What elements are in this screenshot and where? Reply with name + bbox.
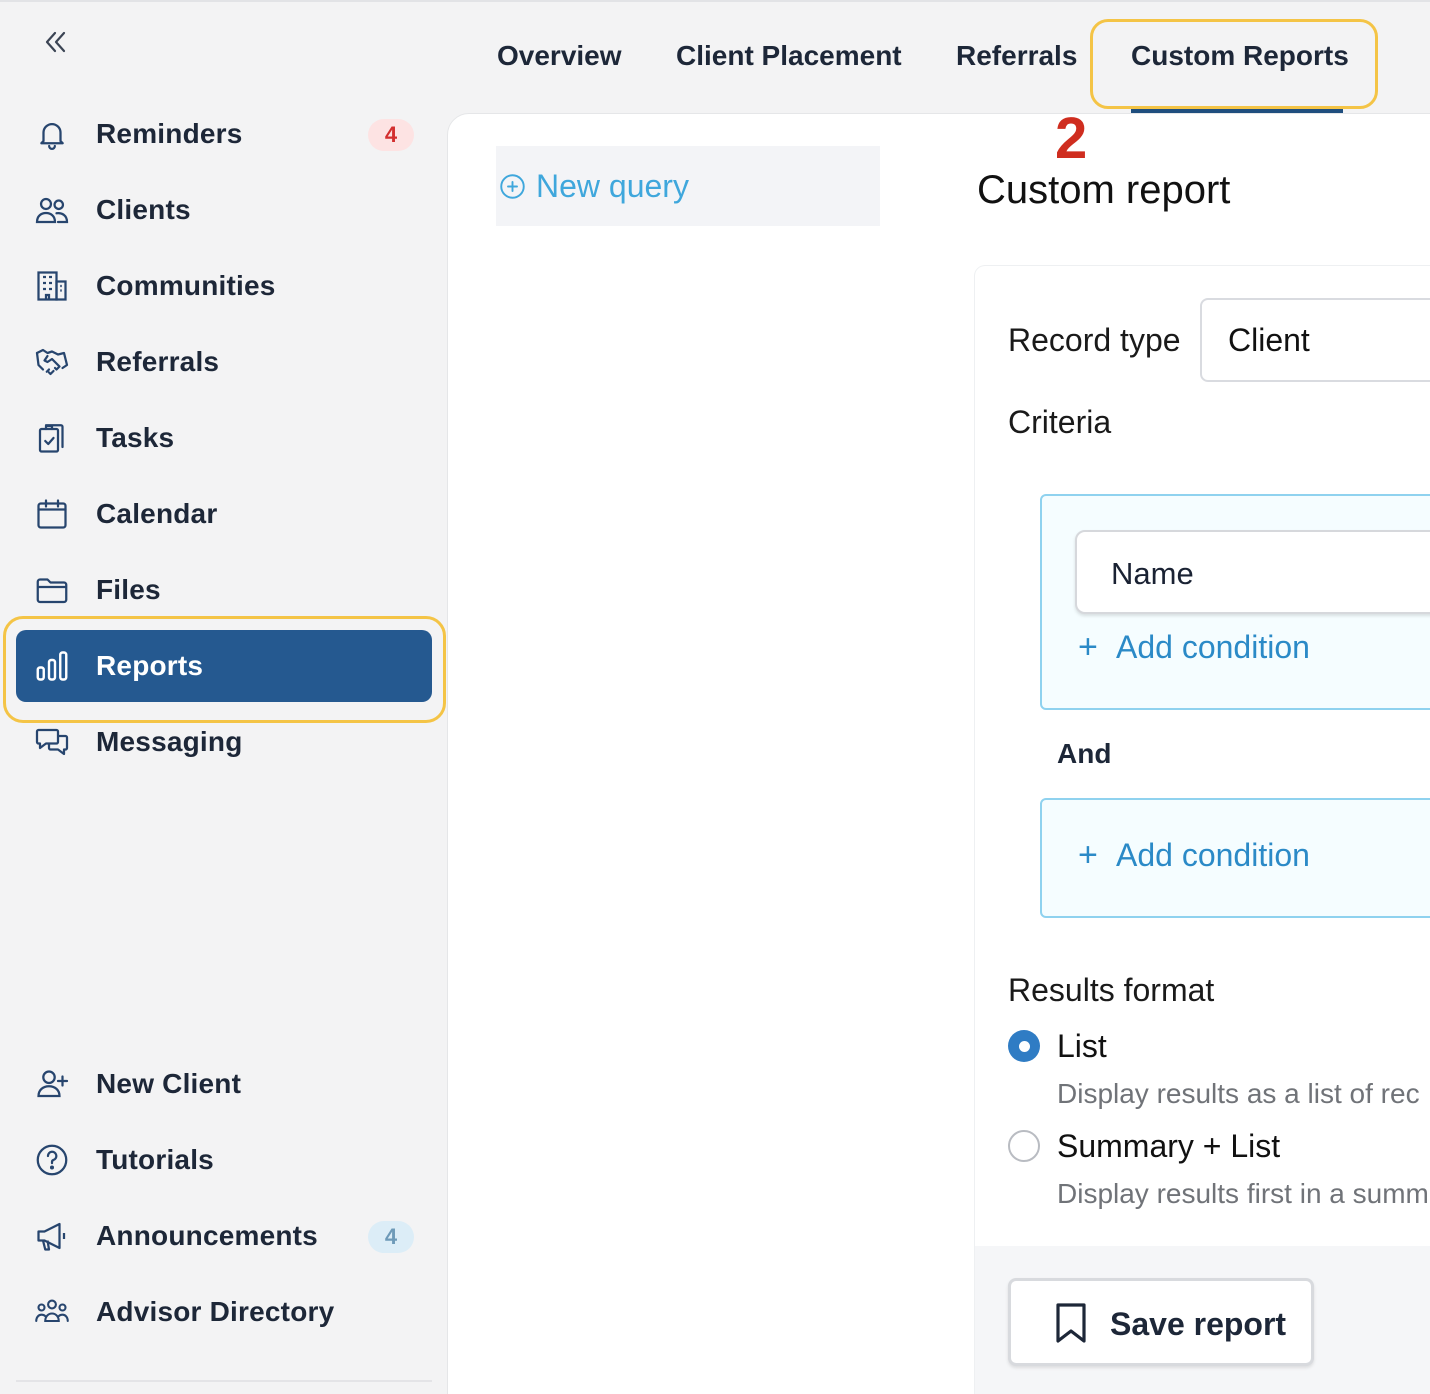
page-title: Custom report: [977, 168, 1231, 212]
new-query-label: New query: [536, 167, 689, 204]
sidebar-item-label: Communities: [96, 270, 276, 301]
bar-chart-icon: [34, 648, 70, 684]
tab-custom-reports[interactable]: Custom Reports: [1131, 40, 1349, 72]
sidebar-item-reports[interactable]: Reports: [16, 630, 432, 702]
folder-icon: [34, 572, 70, 608]
sidebar-item-announcements[interactable]: Announcements 4: [16, 1200, 432, 1272]
sidebar-item-label: Announcements: [96, 1220, 318, 1251]
bookmark-icon: [1056, 1303, 1086, 1343]
sidebar-item-label: Clients: [96, 194, 191, 225]
radio-list[interactable]: [1008, 1030, 1040, 1062]
record-type-value: Client: [1228, 322, 1310, 358]
tab-referrals[interactable]: Referrals: [956, 40, 1077, 72]
top-border: [0, 0, 1430, 2]
results-format-label: Results format: [1008, 972, 1215, 1008]
sidebar-item-advisor-directory[interactable]: Advisor Directory: [16, 1276, 432, 1348]
sidebar-item-label: Reports: [96, 650, 204, 681]
sidebar-item-messaging[interactable]: Messaging: [16, 706, 432, 778]
sidebar-item-tasks[interactable]: Tasks: [16, 402, 432, 474]
radio-summary-list-description: Display results first in a summ: [1057, 1178, 1429, 1209]
sidebar-item-label: Tasks: [96, 422, 175, 453]
sidebar-item-label: Advisor Directory: [96, 1296, 335, 1327]
sidebar-item-label: New Client: [96, 1068, 242, 1099]
criteria-field-select[interactable]: Name: [1075, 530, 1430, 614]
sidebar-item-label: Reminders: [96, 118, 243, 149]
criteria-field-value: Name: [1111, 556, 1194, 591]
sidebar-item-tutorials[interactable]: Tutorials: [16, 1124, 432, 1196]
sidebar-item-label: Tutorials: [96, 1144, 214, 1175]
add-condition-label: Add condition: [1116, 837, 1310, 873]
criteria-label: Criteria: [1008, 404, 1112, 440]
chat-bubbles-icon: [34, 724, 70, 760]
tab-overview[interactable]: Overview: [497, 40, 622, 72]
announcements-count-badge: 4: [368, 1221, 414, 1253]
sidebar-item-label: Messaging: [96, 726, 243, 757]
sidebar-divider: [16, 1380, 432, 1382]
add-condition-button[interactable]: + Add condition: [1078, 836, 1310, 875]
radio-summary-list[interactable]: [1008, 1130, 1040, 1162]
radio-list-label: List: [1057, 1028, 1107, 1064]
question-circle-icon: [34, 1142, 70, 1178]
record-type-select[interactable]: Client: [1200, 298, 1430, 382]
user-plus-icon: [34, 1066, 70, 1102]
plus-circle-icon: [498, 172, 526, 200]
save-report-button[interactable]: Save report: [1008, 1278, 1314, 1366]
reminders-count-badge: 4: [368, 119, 414, 151]
user-group-icon: [34, 1294, 70, 1330]
sidebar-item-referrals[interactable]: Referrals: [16, 326, 432, 398]
and-label: And: [1057, 738, 1112, 769]
radio-summary-list-label: Summary + List: [1057, 1128, 1281, 1164]
sidebar-item-label: Calendar: [96, 498, 218, 529]
plus-icon: +: [1078, 836, 1098, 874]
step-2-marker: 2: [1055, 106, 1088, 171]
sidebar-item-files[interactable]: Files: [16, 554, 432, 626]
double-chevron-left-icon: [45, 31, 66, 53]
new-query-button[interactable]: New query: [496, 146, 880, 226]
clipboard-check-icon: [34, 420, 70, 456]
sidebar-item-label: Referrals: [96, 346, 220, 377]
sidebar-item-calendar[interactable]: Calendar: [16, 478, 432, 550]
tab-client-placement[interactable]: Client Placement: [676, 40, 902, 72]
sidebar-item-reminders[interactable]: Reminders 4: [16, 98, 432, 170]
building-icon: [34, 268, 70, 304]
users-icon: [34, 192, 70, 228]
calendar-icon: [34, 496, 70, 532]
add-condition-label: Add condition: [1116, 629, 1310, 665]
collapse-sidebar-button[interactable]: [38, 26, 74, 58]
save-report-label: Save report: [1110, 1306, 1287, 1342]
handshake-icon: [34, 344, 70, 380]
sidebar-item-clients[interactable]: Clients: [16, 174, 432, 246]
sidebar-item-label: Files: [96, 574, 161, 605]
sidebar-item-communities[interactable]: Communities: [16, 250, 432, 322]
megaphone-icon: [34, 1218, 70, 1254]
plus-icon: +: [1078, 628, 1098, 666]
add-condition-button[interactable]: + Add condition: [1078, 628, 1310, 667]
sidebar-item-new-client[interactable]: New Client: [16, 1048, 432, 1120]
radio-list-description: Display results as a list of rec: [1057, 1078, 1420, 1109]
bell-icon: [34, 116, 70, 152]
record-type-label: Record type: [1008, 322, 1181, 358]
